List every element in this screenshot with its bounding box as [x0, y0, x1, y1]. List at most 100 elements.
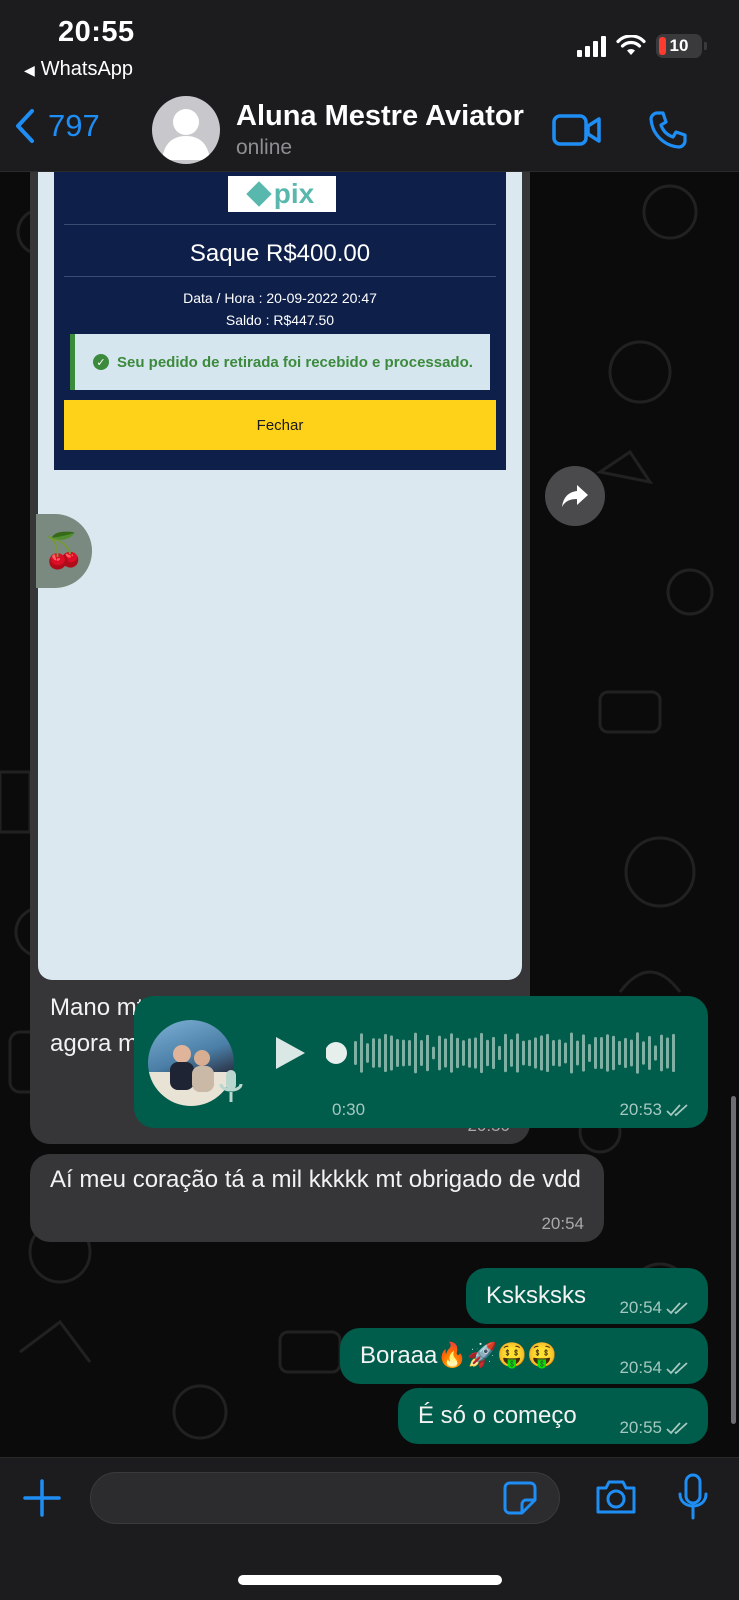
contact-avatar[interactable] — [152, 96, 220, 164]
outgoing-message-bubble[interactable]: Ksksksks 20:54 — [466, 1268, 708, 1324]
waveform-bar — [624, 1037, 627, 1069]
back-app-label: WhatsApp — [40, 58, 134, 80]
double-check-icon — [666, 1302, 688, 1315]
pix-close-button: Fechar — [64, 400, 496, 450]
message-text: Boraaa🔥🚀🤑🤑 — [360, 1342, 557, 1369]
status-bar: 20:55 ◀ WhatsApp 10 — [0, 0, 739, 90]
chat-scrollbar[interactable] — [731, 1096, 736, 1424]
waveform-bar — [402, 1039, 405, 1067]
voice-record-button[interactable] — [676, 1472, 710, 1527]
status-time: 20:55 — [58, 16, 135, 48]
waveform-bar — [384, 1033, 387, 1073]
waveform-bar — [378, 1038, 381, 1068]
pix-balance: Saldo : R$447.50 — [225, 312, 335, 328]
status-icons: 10 — [577, 34, 707, 58]
battery-level: 10 — [669, 36, 689, 55]
pix-success-alert: ✓ Seu pedido de retirada foi recebido e … — [70, 334, 490, 390]
waveform-bar — [672, 1033, 675, 1073]
default-avatar-icon — [162, 109, 210, 160]
waveform-bar — [564, 1042, 567, 1064]
message-time: 20:54 — [619, 1298, 690, 1318]
waveform-bar — [486, 1039, 489, 1067]
waveform-bar — [576, 1040, 579, 1066]
message-text: Aí meu coração tá a mil kkkkk mt obrigad… — [50, 1166, 581, 1193]
voice-message-bubble[interactable]: 0:30 20:53 — [134, 996, 708, 1128]
waveform-bar — [558, 1039, 561, 1067]
back-triangle-icon: ◀ — [24, 62, 35, 78]
chat-header: 797 Aluna Mestre Aviator online — [0, 90, 739, 172]
waveform-bar — [618, 1040, 621, 1066]
double-check-icon — [666, 1104, 688, 1117]
waveform-bar — [588, 1043, 591, 1063]
waveform-bar — [606, 1034, 609, 1072]
microphone-icon — [219, 1070, 243, 1102]
waveform-bar — [420, 1040, 423, 1066]
camera-icon — [596, 1480, 636, 1514]
waveform-bar — [504, 1033, 507, 1073]
waveform-bar — [534, 1037, 537, 1069]
microphone-icon — [678, 1473, 708, 1520]
back-to-app-link[interactable]: ◀ WhatsApp — [24, 58, 133, 81]
sticker-icon — [503, 1481, 537, 1515]
pix-datetime: Data / Hora : 20-09-2022 20:47 — [183, 290, 377, 306]
playback-thumb[interactable] — [326, 1042, 347, 1064]
withdrawal-screenshot-image[interactable]: pix Saque R$400.00 Data / Hora : 20-09-2… — [38, 172, 522, 980]
waveform-bar — [492, 1036, 495, 1070]
waveform-bar — [438, 1035, 441, 1071]
forward-button[interactable] — [545, 466, 605, 526]
signal-icon — [577, 35, 606, 57]
battery-icon: 10 — [656, 34, 702, 58]
outgoing-message-bubble[interactable]: É só o começo 20:55 — [398, 1388, 708, 1444]
waveform-bar — [474, 1037, 477, 1069]
waveform-bar — [432, 1046, 435, 1060]
wifi-icon — [616, 35, 646, 55]
sticker-button[interactable] — [502, 1480, 538, 1521]
voice-call-button[interactable] — [648, 110, 688, 155]
waveform-bar — [354, 1041, 357, 1065]
pix-success-text: Seu pedido de retirada foi recebido e pr… — [117, 353, 473, 371]
play-icon[interactable] — [272, 1034, 308, 1072]
chat-area[interactable]: pix Saque R$400.00 Data / Hora : 20-09-2… — [0, 172, 739, 1457]
waveform-bar — [570, 1032, 573, 1074]
message-text: É só o começo — [418, 1402, 577, 1429]
message-text: Ksksksks — [486, 1282, 587, 1309]
input-bar — [0, 1457, 739, 1600]
back-button[interactable]: 797 — [14, 108, 100, 144]
waveform-bar — [444, 1038, 447, 1068]
waveform-bar — [450, 1033, 453, 1073]
video-call-button[interactable] — [552, 112, 602, 153]
waveform-bar — [390, 1035, 393, 1071]
waveform-bar — [528, 1039, 531, 1067]
waveform-bar — [582, 1034, 585, 1072]
incoming-message-bubble[interactable]: Aí meu coração tá a mil kkkkk mt obrigad… — [30, 1154, 604, 1242]
camera-button[interactable] — [594, 1478, 638, 1521]
video-camera-icon — [552, 114, 601, 146]
waveform-bar — [468, 1038, 471, 1068]
pix-logo: pix — [228, 176, 336, 212]
check-circle-icon: ✓ — [93, 354, 109, 370]
waveform-bar — [522, 1040, 525, 1066]
phone-icon — [649, 111, 687, 149]
waveform-bar — [594, 1036, 597, 1070]
waveform-bar — [426, 1034, 429, 1072]
contact-name[interactable]: Aluna Mestre Aviator — [236, 100, 524, 133]
message-time-text: 20:54 — [619, 1358, 662, 1377]
waveform-bar — [666, 1037, 669, 1069]
forward-arrow-icon — [562, 485, 588, 507]
waveform-bar — [366, 1043, 369, 1063]
waveform-bar — [360, 1033, 363, 1073]
waveform-bar — [498, 1045, 501, 1061]
message-input[interactable] — [90, 1472, 560, 1524]
outgoing-message-bubble[interactable]: Boraaa🔥🚀🤑🤑 20:54 — [340, 1328, 708, 1384]
waveform-bar — [480, 1032, 483, 1074]
chevron-left-icon — [16, 109, 34, 143]
waveform-bar — [396, 1039, 399, 1067]
message-time-text: 20:55 — [619, 1418, 662, 1437]
waveform-bar — [648, 1035, 651, 1071]
waveform-bar — [612, 1035, 615, 1071]
attach-button[interactable] — [22, 1478, 62, 1523]
message-time: 20:54 — [541, 1214, 584, 1233]
waveform-bar — [462, 1040, 465, 1066]
message-time-text: 20:53 — [619, 1100, 662, 1119]
audio-waveform[interactable] — [326, 1030, 676, 1076]
